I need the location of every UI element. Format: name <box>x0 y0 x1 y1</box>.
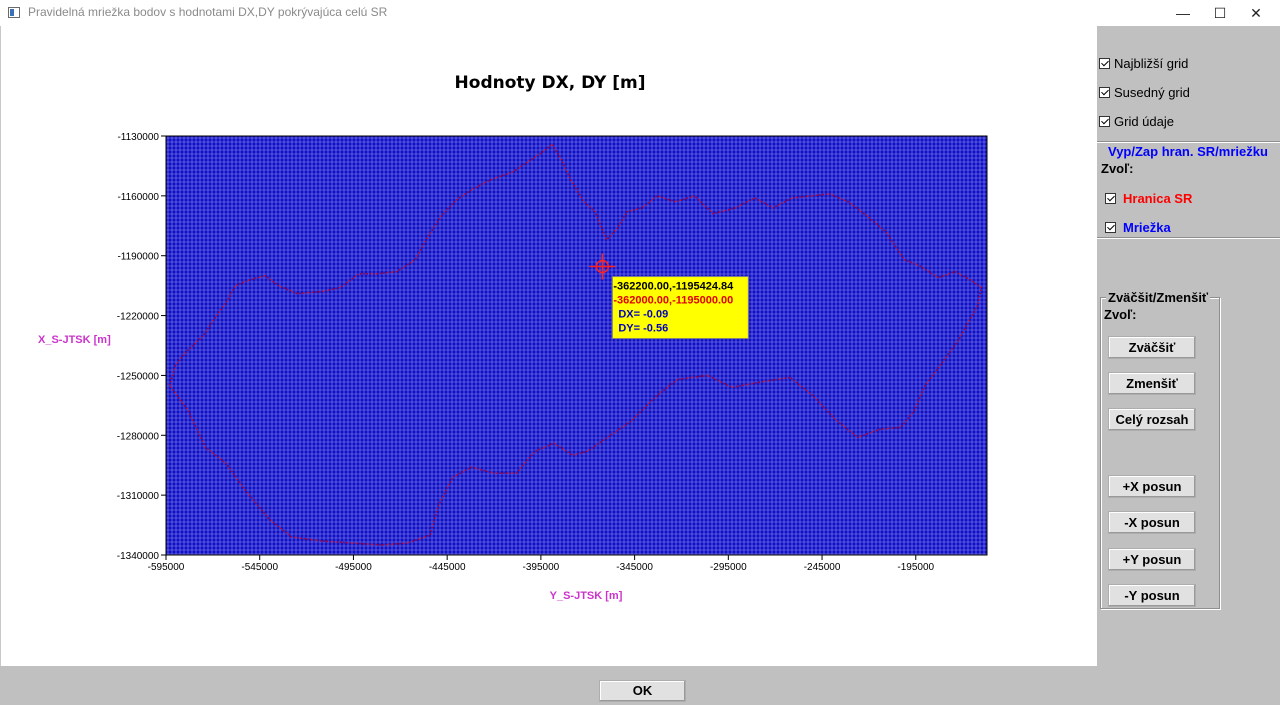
y-tick-label: -1130000 <box>117 132 159 143</box>
x-axis: -595000 -545000 -495000 -445000 -395000 -3450… <box>148 555 935 573</box>
vyp-zap-group-title: Vyp/Zap hran. SR/mriežku <box>1108 144 1268 159</box>
chart-title: Hodnoty DX, DY [m] <box>455 73 646 93</box>
mriezka-checkbox[interactable]: Mriežka <box>1099 218 1171 236</box>
x-tick-label: -345000 <box>616 562 653 573</box>
hranica-sr-checkbox[interactable]: Hranica SR <box>1099 189 1192 207</box>
x-tick-label: -495000 <box>335 562 372 573</box>
title-bar: Pravidelná mriežka bodov s hodnotami DX,… <box>0 0 1280 26</box>
zvol-label: Zvoľ: <box>1101 161 1134 176</box>
pan-plus-y-button[interactable]: +Y posun <box>1108 548 1196 571</box>
zoom-out-button[interactable]: Zmenšiť <box>1108 372 1196 395</box>
x-tick-label: -545000 <box>241 562 278 573</box>
checkbox-checked-icon[interactable] <box>1105 192 1116 204</box>
najblizsi-grid-checkbox[interactable]: Najbližší grid <box>1099 54 1188 72</box>
x-tick-label: -445000 <box>429 562 466 573</box>
app-window-icon <box>8 7 20 18</box>
tooltip-line-dy: DY= -0.56 <box>618 323 668 335</box>
pan-plus-x-button[interactable]: +X posun <box>1108 475 1196 498</box>
value-tooltip: -362200.00,-1195424.84 -362000.00,-11950… <box>611 276 749 340</box>
y-tick-label: -1250000 <box>117 371 160 382</box>
y-tick-label: -1280000 <box>117 431 160 442</box>
y-tick-label: -1190000 <box>117 252 159 263</box>
tooltip-line-grid-point: -362000.00,-1195000.00 <box>613 295 733 307</box>
grid-udaje-checkbox[interactable]: Grid údaje <box>1099 112 1174 130</box>
grid-udaje-label: Grid údaje <box>1114 113 1174 129</box>
pan-minus-y-button[interactable]: -Y posun <box>1108 584 1196 607</box>
zvacsit-zmensit-group-title: Zväčšit/Zmenšiť <box>1106 290 1211 305</box>
zoom-in-button[interactable]: Zväčšiť <box>1108 336 1196 359</box>
full-extent-button[interactable]: Celý rozsah <box>1108 408 1196 431</box>
tooltip-line-query-point: -362200.00,-1195424.84 <box>613 281 734 293</box>
ok-button[interactable]: OK <box>599 680 686 702</box>
chart-canvas[interactable]: Hodnoty DX, DY [m] -595000 -545000 -495000… <box>0 26 1097 666</box>
hranica-sr-label: Hranica SR <box>1123 190 1193 206</box>
y-tick-label: -1160000 <box>117 192 159 203</box>
x-tick-label: -295000 <box>710 562 747 573</box>
y-axis: -1130000 -1160000 -1190000 -1220000 -1250000… <box>117 132 166 562</box>
x-tick-label: -245000 <box>804 562 841 573</box>
checkbox-checked-icon[interactable] <box>1099 86 1110 98</box>
y-axis-label: X_S-JTSK [m] <box>38 334 111 346</box>
tooltip-line-dx: DX= -0.09 <box>618 309 668 321</box>
window-title: Pravidelná mriežka bodov s hodnotami DX,… <box>28 5 388 19</box>
x-tick-label: -195000 <box>897 562 934 573</box>
x-tick-label: -395000 <box>523 562 560 573</box>
panel-separator <box>1097 141 1280 143</box>
susedny-grid-checkbox[interactable]: Susedný grid <box>1099 83 1190 101</box>
y-tick-label: -1310000 <box>117 491 160 502</box>
susedny-grid-label: Susedný grid <box>1114 84 1190 100</box>
close-icon[interactable]: ✕ <box>1233 0 1279 26</box>
y-tick-label: -1340000 <box>117 551 160 562</box>
y-tick-label: -1220000 <box>117 312 160 323</box>
checkbox-checked-icon[interactable] <box>1099 115 1110 127</box>
panel-separator <box>1097 237 1280 239</box>
zvol-label: Zvoľ: <box>1104 307 1137 322</box>
najblizsi-grid-label: Najbližší grid <box>1114 55 1189 71</box>
mriezka-label: Mriežka <box>1123 219 1171 235</box>
pan-minus-x-button[interactable]: -X posun <box>1108 511 1196 534</box>
x-tick-label: -595000 <box>148 562 185 573</box>
x-axis-label: Y_S-JTSK [m] <box>550 590 623 602</box>
checkbox-checked-icon[interactable] <box>1105 221 1116 233</box>
checkbox-checked-icon[interactable] <box>1099 57 1110 69</box>
